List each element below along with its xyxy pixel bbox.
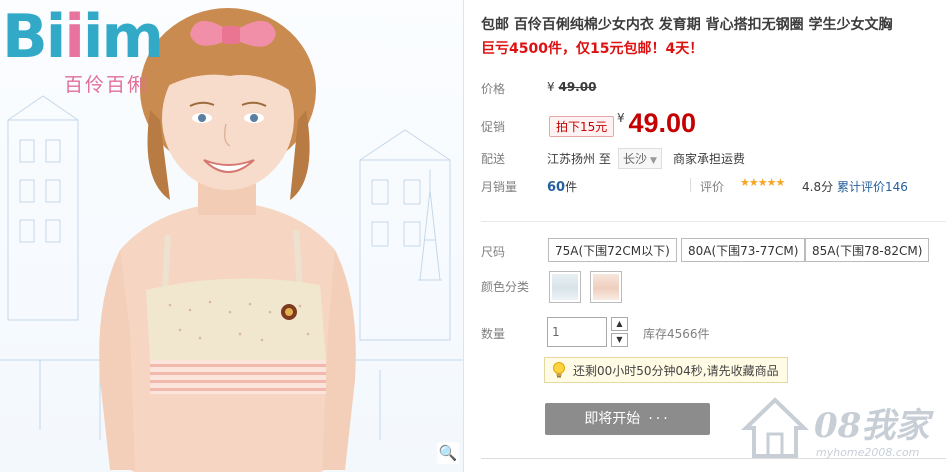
sales-count-unit: 件: [565, 180, 578, 194]
brand-logo: Biiim: [2, 2, 164, 72]
watermark-text: 08我家: [814, 406, 930, 446]
size-option-85a[interactable]: 85A(下围78-82CM): [805, 238, 930, 262]
sales-label: 月销量: [481, 180, 518, 194]
sales-count-value: 60: [547, 180, 566, 195]
original-price-value: 49.00: [558, 80, 597, 94]
rating-label: 评价: [700, 180, 725, 194]
buy-button-dots: ···: [648, 411, 671, 427]
divider: [481, 221, 946, 222]
promo-price-value: 49.00: [628, 108, 697, 138]
buy-button[interactable]: 即将开始 ···: [545, 403, 710, 435]
shipping-fee: 商家承担运费: [673, 152, 746, 166]
quantity-increase-button[interactable]: ▲: [611, 317, 628, 331]
buy-button-label: 即将开始: [584, 411, 641, 427]
promo-badge: 拍下15元: [549, 116, 615, 137]
promo-price: ¥ 49.00: [617, 108, 696, 139]
chevron-down-icon: ▼: [650, 156, 657, 166]
product-image[interactable]: Biiim 百伶百俐 🔍: [0, 0, 464, 472]
brand-logo-part1: Bi: [2, 2, 66, 72]
original-price: ¥ 49.00: [547, 80, 596, 94]
countdown-notice: 还剩00小时50分钟04秒,请先收藏商品: [544, 357, 788, 383]
product-subtitle: 巨亏4500件，仅15元包邮！4天！: [481, 41, 704, 57]
stock-count: 库存4566件: [643, 327, 710, 341]
promo-label: 促销: [481, 120, 506, 134]
shipping-destination-select[interactable]: 长沙 ▼: [618, 148, 662, 169]
quantity-label: 数量: [481, 327, 506, 341]
brand-logo-subtitle: 百伶百俐: [64, 74, 149, 96]
quantity-decrease-button[interactable]: ▼: [611, 333, 628, 347]
size-option-80a[interactable]: 80A(下围73-77CM): [681, 238, 806, 262]
color-label: 颜色分类: [481, 280, 530, 294]
promo-price-yen: ¥: [617, 111, 625, 125]
brand-logo-accent: i: [64, 2, 85, 72]
size-option-75a[interactable]: 75A(下围72CM以下): [548, 238, 677, 262]
color-swatch-1[interactable]: [549, 271, 581, 303]
size-label: 尺码: [481, 245, 506, 259]
site-watermark: 08我家 myhome2008.com: [738, 392, 938, 468]
shipping-label: 配送: [481, 152, 506, 166]
brand-logo-part2: im: [82, 2, 164, 72]
house-logo-icon: [741, 397, 809, 458]
magnifier-icon[interactable]: 🔍: [437, 442, 459, 464]
lightbulb-icon: [553, 362, 565, 378]
countdown-text: 还剩00小时50分钟04秒,请先收藏商品: [573, 364, 779, 378]
rating-stars-icon: ★★★★★: [740, 176, 785, 189]
color-swatch-2-image: [593, 274, 619, 300]
quantity-input[interactable]: [547, 317, 607, 347]
product-title: 包邮 百伶百俐纯棉少女内衣 发育期 背心搭扣无钢圈 学生少女文胸: [481, 17, 893, 33]
color-swatch-1-image: [552, 274, 578, 300]
color-swatch-2[interactable]: [590, 271, 622, 303]
original-price-yen: ¥: [547, 80, 555, 94]
divider: [690, 178, 691, 192]
price-label: 价格: [481, 82, 506, 96]
rating-score: 4.8分: [802, 180, 834, 194]
review-count-link[interactable]: 累计评价146: [837, 178, 908, 195]
sales-count: 60件: [547, 178, 577, 195]
shipping-from: 江苏扬州 至: [547, 152, 611, 166]
shipping-destination-value: 长沙: [623, 152, 648, 166]
watermark-url: myhome2008.com: [816, 446, 920, 459]
product-info-panel: 包邮 百伶百俐纯棉少女内衣 发育期 背心搭扣无钢圈 学生少女文胸 巨亏4500件…: [481, 0, 946, 472]
